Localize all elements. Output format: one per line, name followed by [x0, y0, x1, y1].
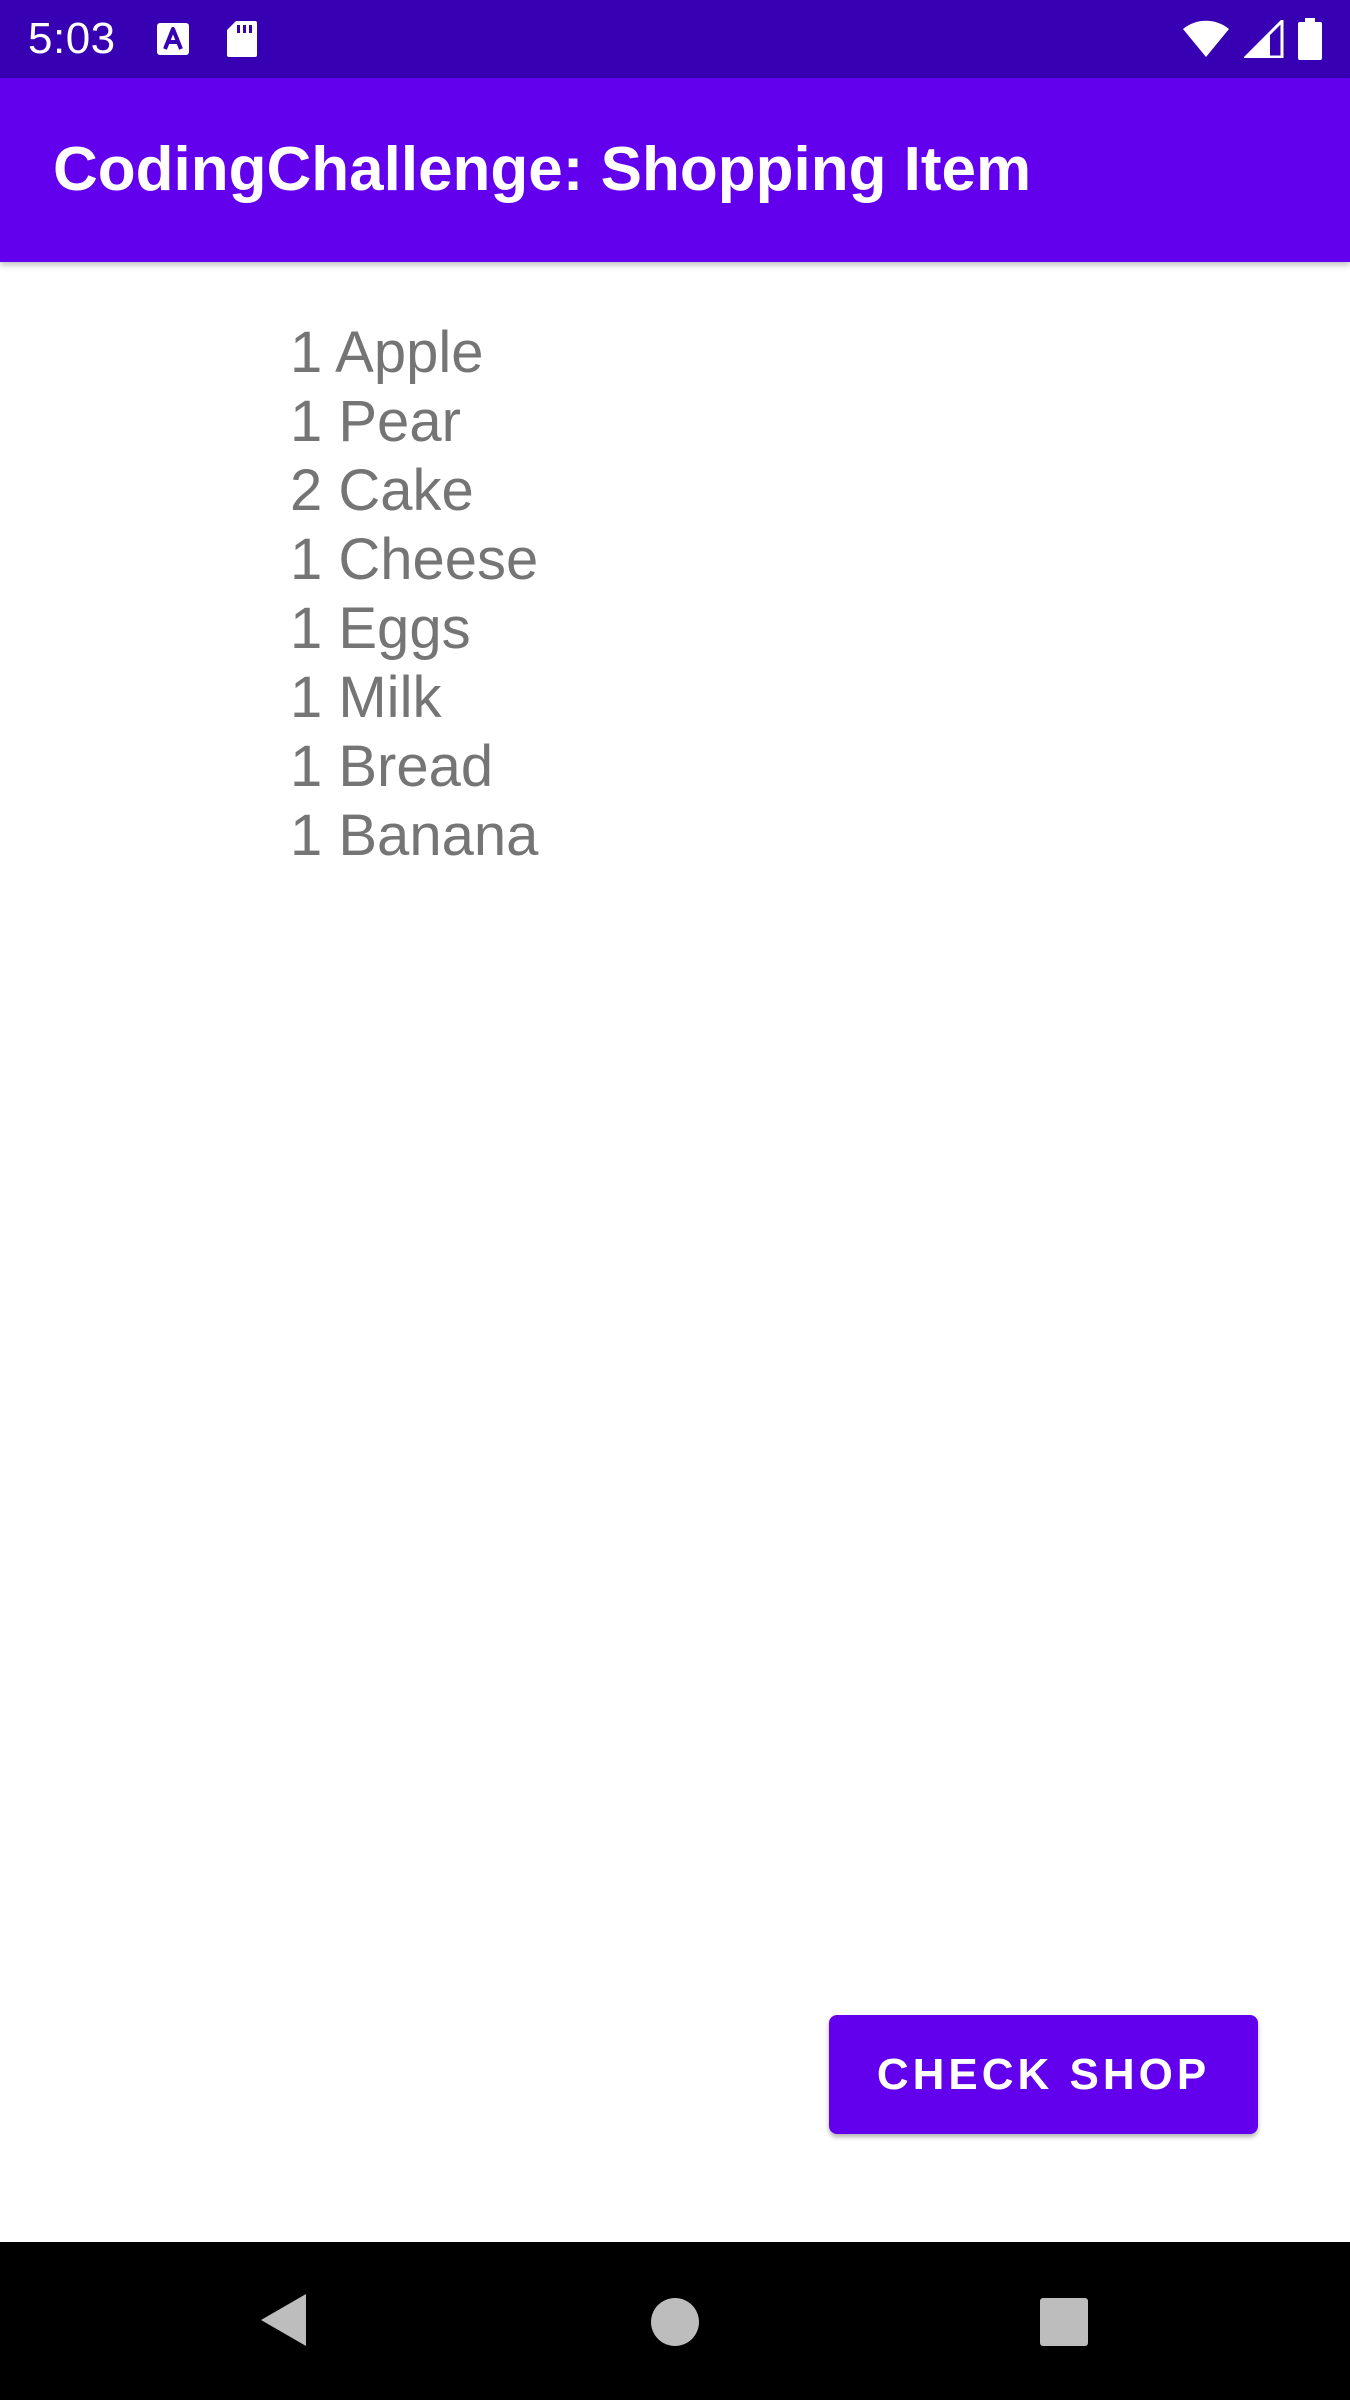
status-time: 5:03 — [28, 14, 116, 63]
status-left-icons — [156, 20, 258, 58]
signal-icon — [1244, 20, 1284, 58]
list-item: 2 Cake — [290, 458, 474, 523]
check-shop-button[interactable]: CHECK SHOP — [829, 2015, 1258, 2134]
app-screen: 5:03 CodingChallenge: Shopping Item 1 Ap… — [0, 0, 1350, 2400]
list-item: 1 Pear — [290, 389, 461, 454]
shopping-list: 1 Apple 1 Pear 2 Cake 1 Cheese 1 Eggs 1 … — [290, 318, 538, 870]
navigation-bar — [0, 2242, 1350, 2400]
status-right-icons — [1182, 18, 1322, 60]
text-a-icon — [156, 22, 190, 56]
app-title: CodingChallenge: Shopping Item — [53, 135, 1032, 204]
sd-card-icon — [226, 20, 258, 58]
wifi-icon — [1182, 20, 1230, 58]
back-icon[interactable] — [258, 2292, 308, 2348]
battery-icon — [1298, 18, 1322, 60]
list-item: 1 Milk — [290, 665, 442, 730]
list-item: 1 Bread — [290, 734, 494, 799]
status-bar: 5:03 — [0, 0, 1350, 78]
recents-icon[interactable] — [1039, 2297, 1089, 2347]
list-item: 1 Cheese — [290, 527, 539, 592]
list-item: 1 Apple — [290, 320, 484, 385]
list-item: 1 Eggs — [290, 596, 471, 661]
list-item: 1 Banana — [290, 803, 539, 868]
home-icon[interactable] — [650, 2297, 700, 2347]
app-bar: CodingChallenge: Shopping Item — [0, 78, 1350, 262]
